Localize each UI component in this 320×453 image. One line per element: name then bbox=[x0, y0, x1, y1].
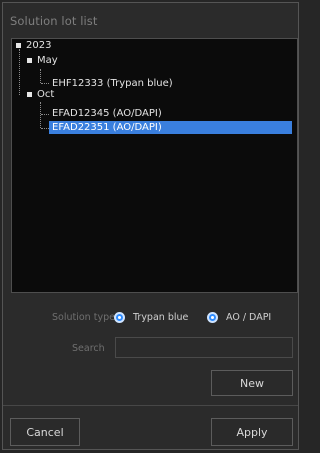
tree-item-lot[interactable]: EFAD12345 (AO/DAPI) bbox=[49, 107, 165, 120]
tree-item-lot-selected[interactable]: EFAD22351 (AO/DAPI) bbox=[49, 121, 292, 134]
footer-divider bbox=[3, 405, 298, 406]
lot-tree[interactable]: 2023 May EHF12333 (Trypan blue) Oct EFAD… bbox=[11, 38, 298, 293]
search-label: Search bbox=[72, 343, 105, 354]
solution-type-label: Solution type bbox=[52, 312, 115, 323]
radio-ao-dapi[interactable] bbox=[207, 312, 218, 323]
apply-button[interactable]: Apply bbox=[211, 418, 293, 446]
tree-connector bbox=[41, 128, 49, 129]
tree-node-month[interactable]: Oct bbox=[34, 88, 57, 101]
collapse-toggle-oct[interactable] bbox=[27, 92, 32, 97]
new-button[interactable]: New bbox=[211, 370, 293, 396]
cancel-button[interactable]: Cancel bbox=[10, 418, 80, 446]
tree-connector bbox=[41, 83, 49, 84]
search-input[interactable] bbox=[115, 337, 293, 358]
tree-connector bbox=[40, 69, 41, 83]
radio-trypan-blue[interactable] bbox=[114, 312, 125, 323]
tree-connector bbox=[40, 102, 41, 128]
tree-connector bbox=[19, 49, 20, 95]
tree-item-lot[interactable]: EHF12333 (Trypan blue) bbox=[49, 77, 176, 90]
collapse-toggle-may[interactable] bbox=[27, 58, 32, 63]
radio-label-trypan-blue: Trypan blue bbox=[133, 312, 189, 323]
tree-connector bbox=[41, 114, 49, 115]
tree-node-year[interactable]: 2023 bbox=[23, 39, 54, 52]
radio-label-ao-dapi: AO / DAPI bbox=[226, 312, 272, 323]
collapse-toggle-year[interactable] bbox=[16, 43, 21, 48]
tree-node-month[interactable]: May bbox=[34, 54, 61, 67]
panel-title: Solution lot list bbox=[10, 14, 98, 28]
